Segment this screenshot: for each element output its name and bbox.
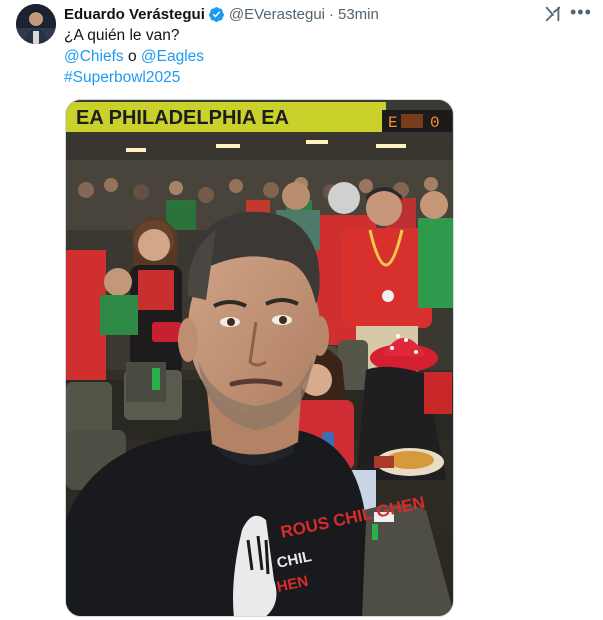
banner-text: EA PHILADELPHIA EA xyxy=(76,107,289,129)
mention-chiefs[interactable]: @Chiefs xyxy=(64,48,124,65)
timestamp[interactable]: 53min xyxy=(338,6,379,23)
author-handle[interactable]: @EVerastegui xyxy=(229,6,325,23)
separator-dot: · xyxy=(329,5,334,23)
tweet-header: Eduardo Verástegui @EVerastegui · 53min xyxy=(64,4,379,24)
mention-eagles[interactable]: @Eagles xyxy=(141,48,204,65)
stadium-selfie-image: EA PHILADELPHIA EA E 0 ROUS CHIL GHEN CH… xyxy=(66,100,453,616)
avatar[interactable] xyxy=(16,4,56,44)
scoreboard-left: E xyxy=(388,114,398,132)
tweet-text: ¿A quién le van? @Chiefs o @Eagles #Supe… xyxy=(64,25,204,88)
avatar-image xyxy=(16,4,56,44)
verified-badge-icon xyxy=(208,6,224,22)
tweet-photo[interactable]: EA PHILADELPHIA EA E 0 ROUS CHIL GHEN CH… xyxy=(65,99,454,617)
tweet-line-1: ¿A quién le van? xyxy=(64,27,180,44)
hashtag-superbowl[interactable]: #Superbowl2025 xyxy=(64,69,180,86)
more-options-icon[interactable]: ••• xyxy=(570,2,592,23)
connector-text: o xyxy=(123,48,141,65)
scoreboard-right: 0 xyxy=(430,114,440,132)
grok-icon[interactable] xyxy=(544,5,562,23)
tweet-line-2: @Chiefs o @Eagles xyxy=(64,46,204,67)
author-name[interactable]: Eduardo Verástegui xyxy=(64,6,205,23)
